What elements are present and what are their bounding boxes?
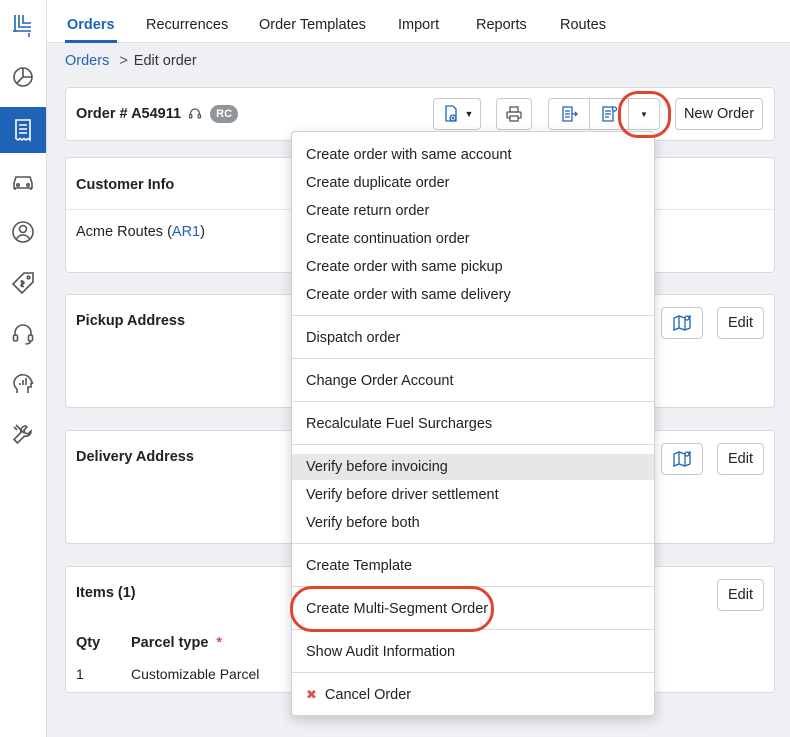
caret-down-icon: ▼ — [640, 109, 648, 119]
menu-item-create-same-pickup[interactable]: Create order with same pickup — [292, 254, 654, 280]
column-header-qty: Qty — [76, 635, 101, 651]
menu-divider — [292, 358, 654, 359]
menu-divider — [292, 586, 654, 587]
document-export-icon — [562, 106, 578, 122]
menu-divider — [292, 672, 654, 673]
document-options-button[interactable]: ▼ — [433, 98, 481, 130]
tab-orders[interactable]: Orders — [65, 0, 117, 43]
items-edit-button[interactable]: Edit — [717, 579, 764, 611]
item-parcel-type-cell: Customizable Parcel — [131, 666, 260, 682]
export-order-button[interactable] — [548, 98, 590, 130]
menu-item-create-continuation[interactable]: Create continuation order — [292, 226, 654, 252]
menu-item-dispatch-order[interactable]: Dispatch order — [292, 325, 654, 351]
items-title: Items (1) — [76, 585, 136, 601]
menu-item-create-return[interactable]: Create return order — [292, 198, 654, 224]
breadcrumb: Orders > Edit order — [65, 53, 197, 69]
tab-reports[interactable]: Reports — [476, 0, 527, 43]
pickup-address-title: Pickup Address — [76, 313, 186, 329]
orders-receipt-icon[interactable] — [0, 107, 46, 153]
delivery-address-title: Delivery Address — [76, 449, 194, 465]
user-account-icon[interactable] — [0, 209, 46, 255]
customer-info-title: Customer Info — [76, 177, 175, 193]
rc-badge: RC — [210, 105, 239, 123]
customer-name-text: Acme Routes ( — [76, 224, 172, 240]
customer-name: Acme Routes (AR1) — [76, 224, 205, 240]
more-actions-toggle[interactable]: ▼ — [628, 98, 660, 130]
tab-order-templates[interactable]: Order Templates — [259, 0, 366, 43]
sidebar — [0, 0, 47, 737]
menu-item-change-account[interactable]: Change Order Account — [292, 368, 654, 394]
tab-recurrences[interactable]: Recurrences — [146, 0, 228, 43]
menu-item-create-same-account[interactable]: Create order with same account — [292, 142, 654, 168]
breadcrumb-current: Edit order — [133, 53, 197, 69]
menu-item-show-audit[interactable]: Show Audit Information — [292, 639, 654, 665]
printer-icon — [506, 106, 522, 122]
map-pin-icon — [673, 315, 691, 331]
vehicle-car-icon[interactable] — [0, 158, 46, 204]
caret-down-icon: ▼ — [464, 109, 474, 119]
price-tag-icon[interactable] — [0, 260, 46, 306]
top-nav: Orders Recurrences Order Templates Impor… — [47, 0, 790, 43]
menu-divider — [292, 444, 654, 445]
cancel-x-icon: ✖ — [306, 687, 317, 702]
menu-divider — [292, 315, 654, 316]
breadcrumb-separator: > — [119, 53, 128, 69]
print-button[interactable] — [496, 98, 532, 130]
order-title: Order # A54911 RC — [76, 105, 239, 123]
menu-item-create-template[interactable]: Create Template — [292, 553, 654, 579]
tools-wrench-icon[interactable] — [0, 412, 46, 458]
logo-icon[interactable] — [0, 2, 46, 48]
menu-item-create-multi-segment[interactable]: Create Multi-Segment Order — [292, 596, 654, 622]
item-qty-cell: 1 — [76, 666, 84, 682]
headset-icon — [188, 108, 202, 119]
order-number: Order # A54911 — [76, 105, 182, 122]
tab-import[interactable]: Import — [398, 0, 439, 43]
tab-routes[interactable]: Routes — [560, 0, 606, 43]
menu-item-create-same-delivery[interactable]: Create order with same delivery — [292, 282, 654, 308]
menu-item-verify-invoicing[interactable]: Verify before invoicing — [292, 454, 654, 480]
pickup-edit-button[interactable]: Edit — [717, 307, 764, 339]
customer-name-close: ) — [200, 224, 205, 240]
menu-item-create-duplicate[interactable]: Create duplicate order — [292, 170, 654, 196]
menu-item-cancel-order[interactable]: ✖ Cancel Order — [292, 682, 654, 708]
cancel-order-label: Cancel Order — [324, 687, 412, 703]
document-check-icon — [602, 106, 618, 122]
analytics-pie-icon[interactable] — [0, 54, 46, 100]
menu-item-verify-both[interactable]: Verify before both — [292, 510, 654, 536]
delivery-edit-button[interactable]: Edit — [717, 443, 764, 475]
map-pin-icon — [673, 451, 691, 467]
required-marker: * — [216, 635, 223, 651]
document-add-icon — [444, 105, 457, 122]
customer-code-link[interactable]: AR1 — [172, 224, 200, 240]
more-actions-menu: Create order with same account Create du… — [291, 131, 655, 716]
support-headset-icon[interactable] — [0, 311, 46, 357]
menu-item-verify-settlement[interactable]: Verify before driver settlement — [292, 482, 654, 508]
new-order-button[interactable]: New Order — [675, 98, 763, 130]
menu-divider — [292, 629, 654, 630]
parcel-type-label: Parcel type — [131, 635, 209, 651]
menu-divider — [292, 543, 654, 544]
insights-head-chart-icon[interactable] — [0, 360, 46, 406]
breadcrumb-orders-link[interactable]: Orders — [65, 53, 109, 69]
pickup-map-button[interactable] — [661, 307, 703, 339]
order-status-button[interactable] — [589, 98, 629, 130]
delivery-map-button[interactable] — [661, 443, 703, 475]
menu-divider — [292, 401, 654, 402]
column-header-parcel-type: Parcel type * — [131, 635, 222, 651]
menu-item-recalculate-fuel[interactable]: Recalculate Fuel Surcharges — [292, 411, 654, 437]
